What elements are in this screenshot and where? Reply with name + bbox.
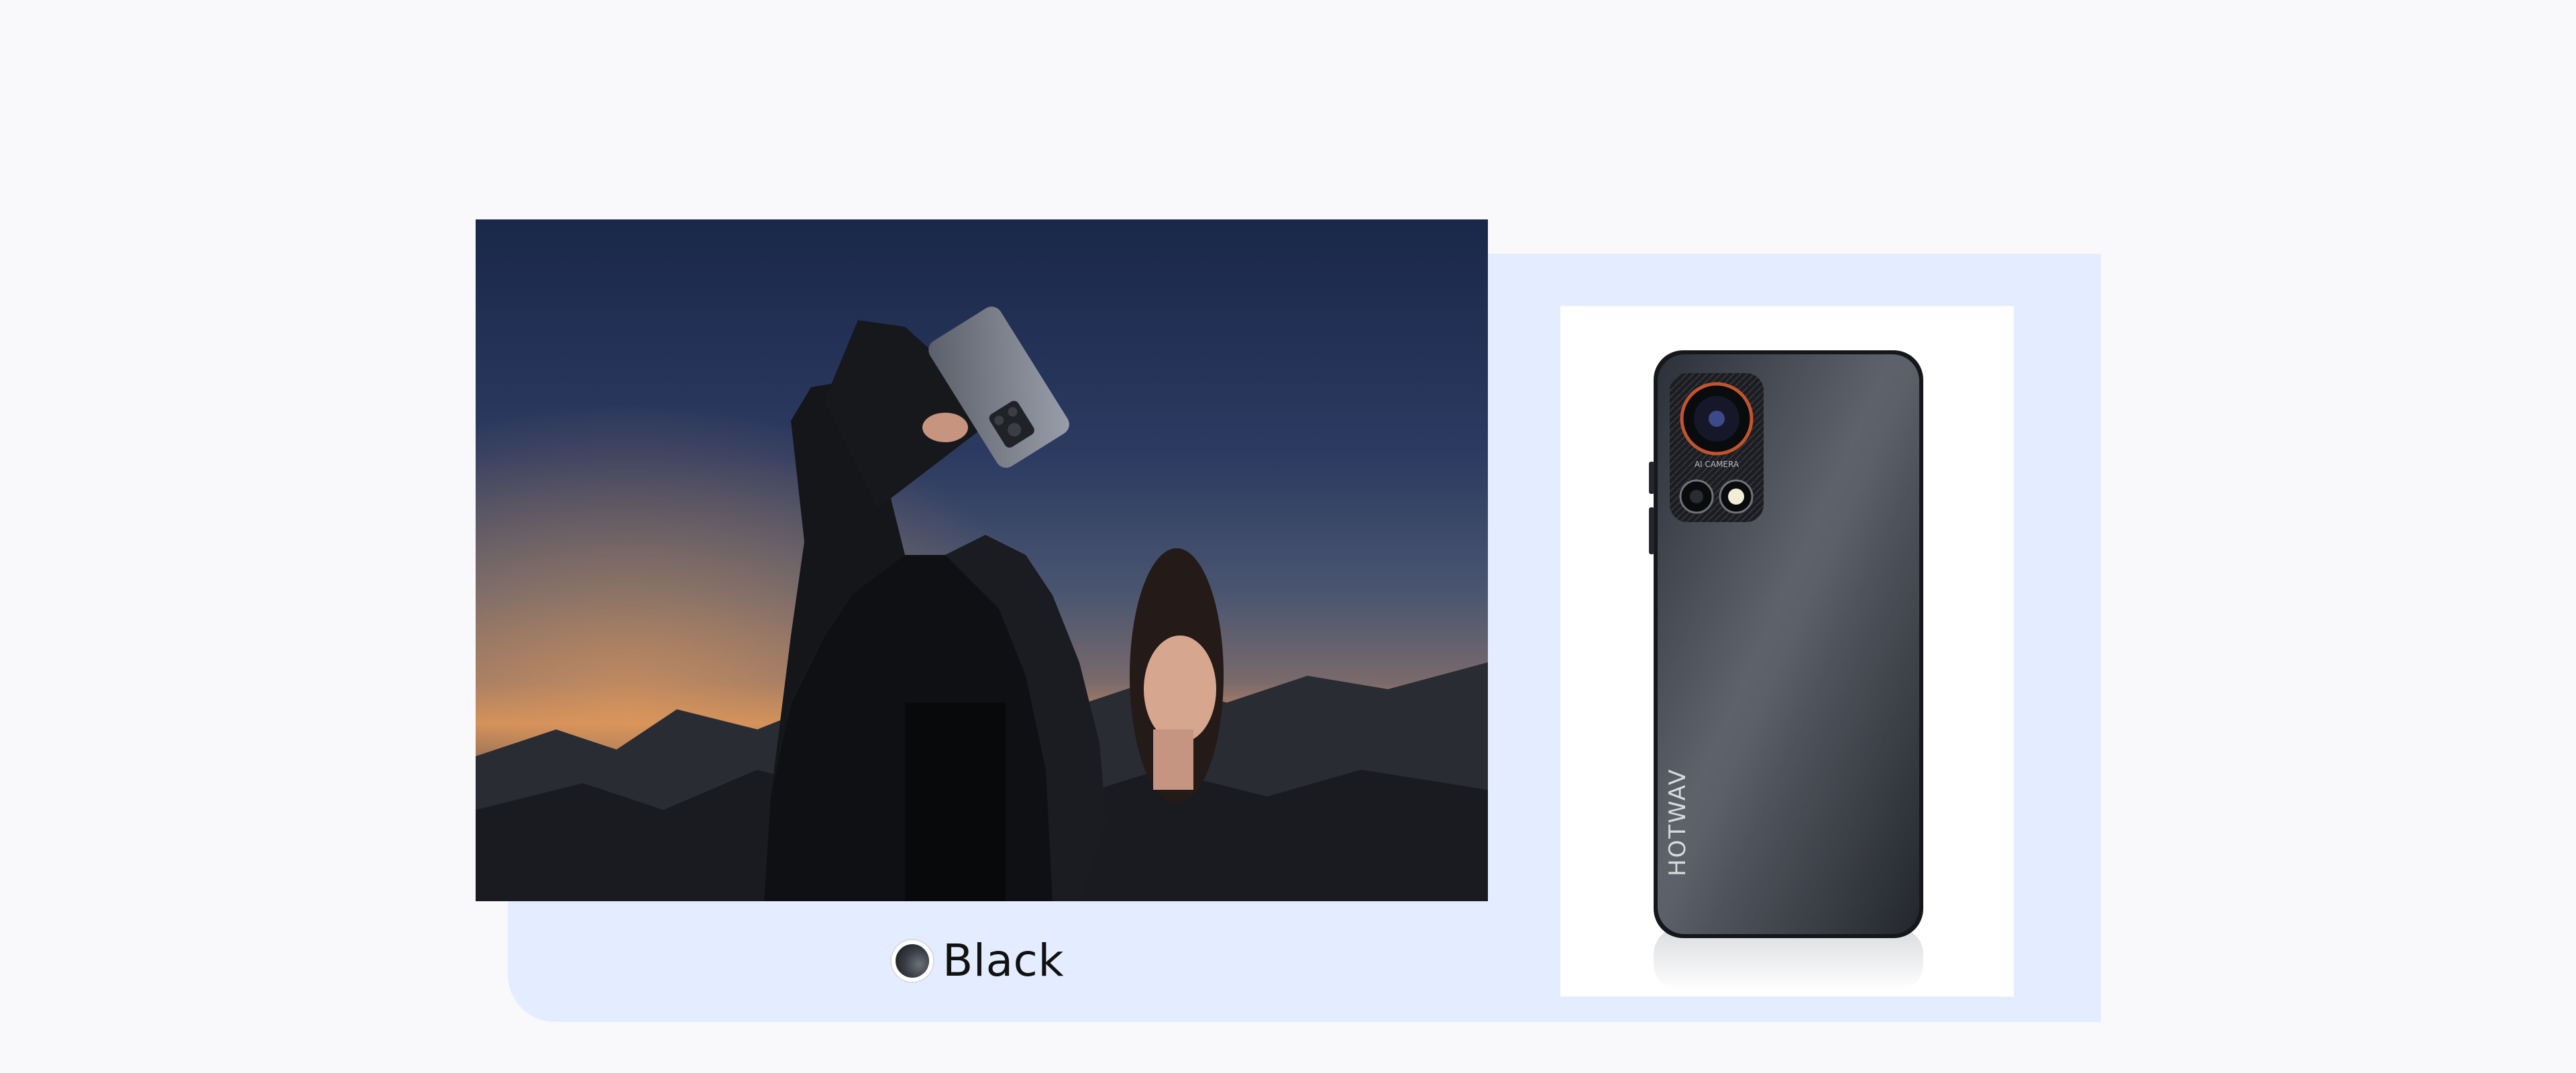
lifestyle-photo bbox=[476, 219, 1488, 901]
product-photo: AI CAMERA HOTWAV bbox=[1560, 306, 2014, 997]
camera-mark-text: AI CAMERA bbox=[1695, 460, 1739, 469]
swatch-fill bbox=[896, 944, 929, 978]
color-swatch-icon bbox=[892, 940, 933, 982]
color-option-label: Black bbox=[943, 935, 1065, 986]
brand-logo-text: HOTWAV bbox=[1664, 768, 1691, 876]
color-option-black[interactable]: Black bbox=[892, 934, 1064, 988]
